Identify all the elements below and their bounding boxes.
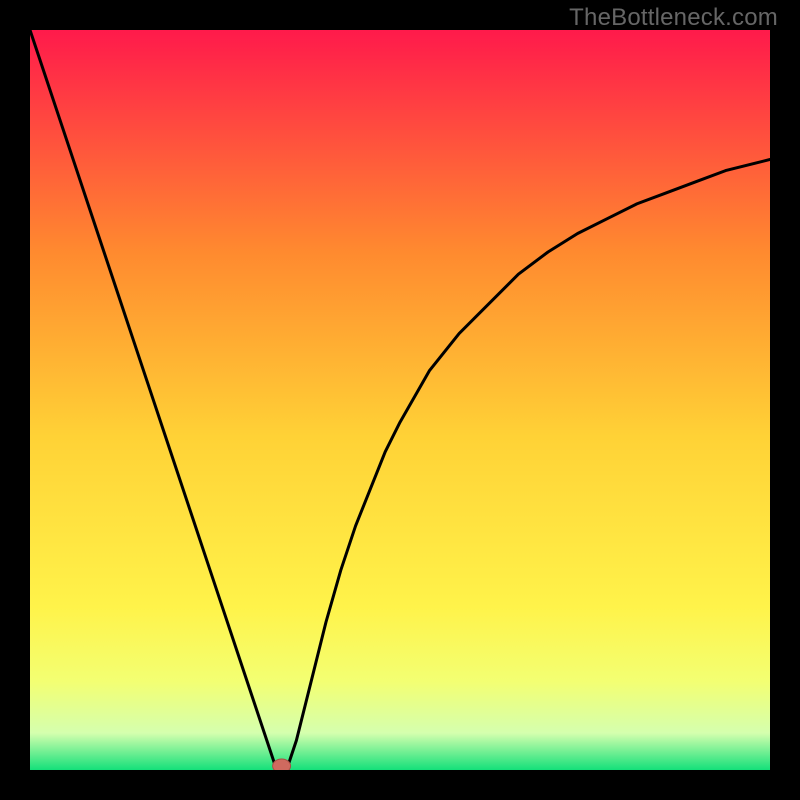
chart-plot-area [30,30,770,770]
chart-svg [30,30,770,770]
gradient-background [30,30,770,770]
chart-frame: TheBottleneck.com [0,0,800,800]
optimal-point-marker [273,759,291,770]
watermark-text: TheBottleneck.com [569,4,778,32]
